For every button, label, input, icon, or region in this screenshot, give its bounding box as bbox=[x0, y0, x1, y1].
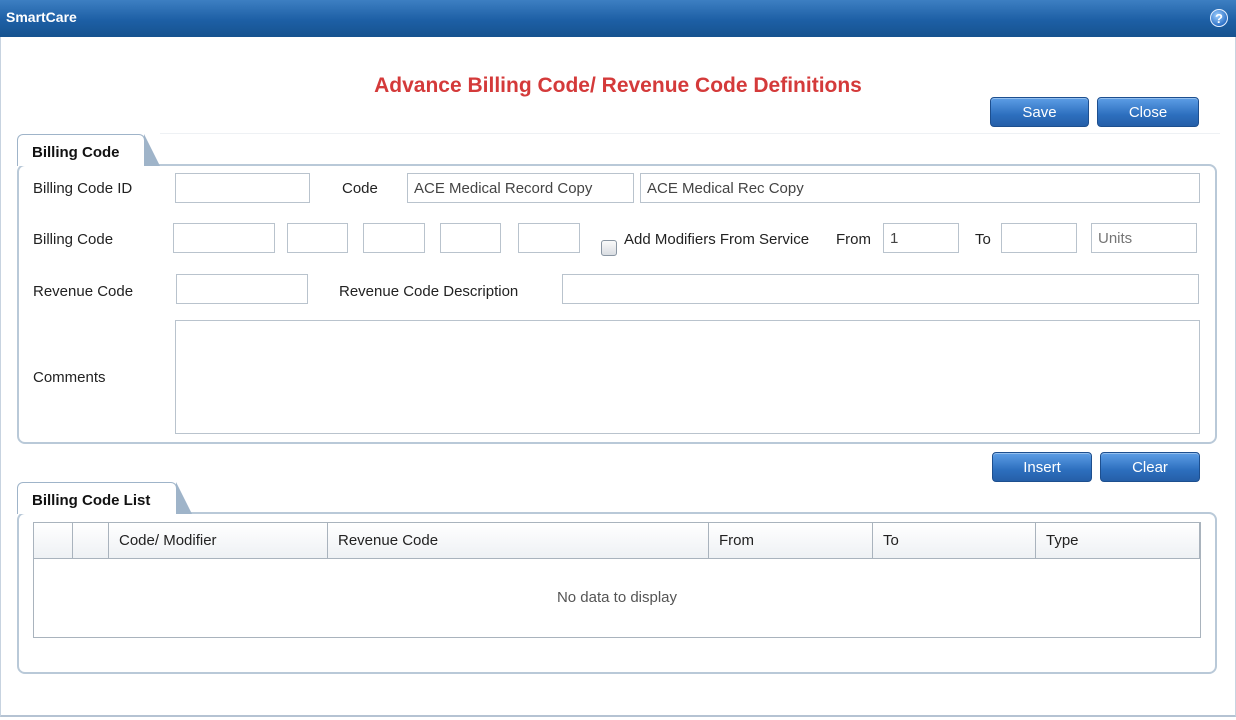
grid-empty-message: No data to display bbox=[556, 589, 678, 606]
from-label: From bbox=[836, 231, 871, 248]
to-input[interactable] bbox=[1001, 223, 1077, 253]
billing-code-input-1[interactable] bbox=[173, 223, 275, 253]
billing-code-modifier-3[interactable] bbox=[440, 223, 501, 253]
tab-billing-code[interactable]: Billing Code bbox=[17, 134, 160, 166]
revenue-code-label: Revenue Code bbox=[33, 283, 134, 300]
from-input[interactable] bbox=[883, 223, 959, 253]
comments-label: Comments bbox=[33, 369, 106, 386]
units-input[interactable] bbox=[1091, 223, 1197, 253]
page-title: Advance Billing Code/ Revenue Code Defin… bbox=[374, 74, 862, 97]
billing-code-modifier-2[interactable] bbox=[363, 223, 425, 253]
code-description-input[interactable] bbox=[640, 173, 1200, 203]
grid-header: Code/ Modifier Revenue Code From To Type bbox=[34, 523, 1200, 559]
tab-billing-code-label: Billing Code bbox=[32, 144, 120, 161]
billing-code-modifier-1[interactable] bbox=[287, 223, 348, 253]
grid-header-to[interactable]: To bbox=[873, 523, 1036, 558]
grid-header-cell-edit[interactable] bbox=[73, 523, 109, 558]
grid-header-cell-select[interactable] bbox=[34, 523, 73, 558]
revenue-code-input[interactable] bbox=[176, 274, 308, 304]
insert-button[interactable]: Insert bbox=[992, 452, 1092, 482]
save-button[interactable]: Save bbox=[990, 97, 1089, 127]
tab-billing-code-list-label: Billing Code List bbox=[32, 492, 151, 509]
billing-code-grid: Code/ Modifier Revenue Code From To Type… bbox=[33, 522, 1201, 638]
billing-code-label: Billing Code bbox=[33, 231, 114, 248]
help-icon[interactable]: ? bbox=[1210, 9, 1228, 27]
add-modifiers-checkbox[interactable] bbox=[601, 240, 617, 256]
tab-billing-code-list[interactable]: Billing Code List bbox=[17, 482, 192, 514]
grid-header-code-modifier[interactable]: Code/ Modifier bbox=[109, 523, 328, 558]
code-input[interactable] bbox=[407, 173, 634, 203]
to-label: To bbox=[975, 231, 991, 248]
billing-code-modifier-4[interactable] bbox=[518, 223, 580, 253]
code-label: Code bbox=[342, 180, 378, 197]
grid-header-from[interactable]: From bbox=[709, 523, 873, 558]
comments-textarea[interactable] bbox=[175, 320, 1200, 434]
tab-strip-line bbox=[160, 133, 1220, 134]
close-button[interactable]: Close bbox=[1097, 97, 1199, 127]
grid-header-revenue-code[interactable]: Revenue Code bbox=[328, 523, 709, 558]
revenue-code-description-label: Revenue Code Description bbox=[339, 283, 519, 300]
revenue-code-description-input[interactable] bbox=[562, 274, 1199, 304]
window-titlebar: SmartCare ? bbox=[0, 0, 1236, 38]
app-title: SmartCare bbox=[6, 9, 77, 25]
grid-header-type[interactable]: Type bbox=[1036, 523, 1200, 558]
clear-button[interactable]: Clear bbox=[1100, 452, 1200, 482]
billing-code-id-input[interactable] bbox=[175, 173, 310, 203]
add-modifiers-label: Add Modifiers From Service bbox=[624, 231, 810, 248]
billing-code-id-label: Billing Code ID bbox=[33, 180, 133, 197]
